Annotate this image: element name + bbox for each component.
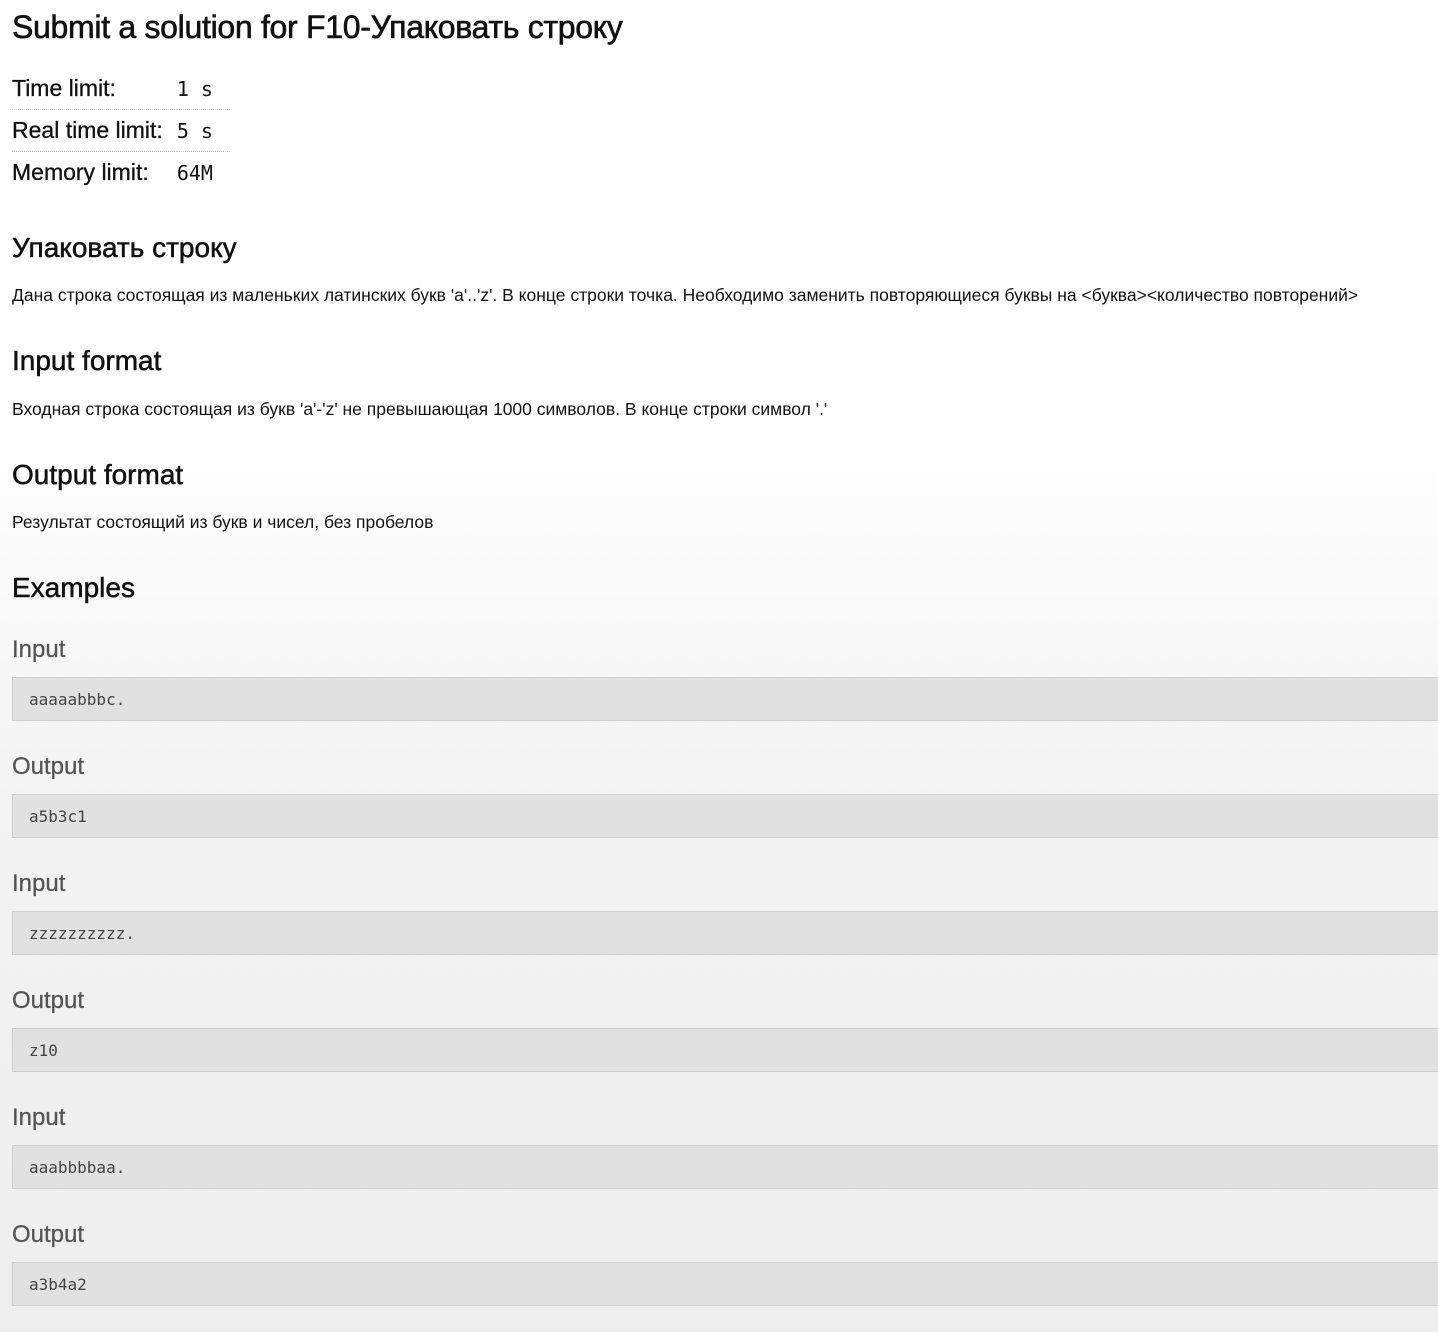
example-1-output-label: Output [12, 753, 85, 780]
example-1-output-box[interactable]: a5b3c1 [12, 794, 1438, 838]
example-2-input-box[interactable]: zzzzzzzzzz. [12, 911, 1438, 955]
limits-table: Time limit: 1 s Real time limit: 5 s Mem… [12, 68, 230, 193]
example-3-input-label: Input [12, 1104, 66, 1131]
input-format-heading: Input format [12, 345, 162, 377]
example-1-input-label: Input [12, 636, 66, 663]
input-format-text: Входная строка состоящая из букв 'a'-'z'… [12, 399, 828, 419]
real-time-limit-value: 5 s [176, 109, 230, 152]
limit-row-real-time: Real time limit: 5 s [12, 109, 230, 152]
output-format-heading: Output format [12, 459, 184, 491]
example-2-output-label: Output [12, 987, 85, 1014]
memory-limit-value: 64M [176, 151, 230, 193]
example-3-input-box[interactable]: aaabbbbaa. [12, 1145, 1438, 1189]
example-2-output-box[interactable]: z10 [12, 1028, 1438, 1072]
problem-title: Упаковать строку [12, 232, 237, 264]
example-1-input-box[interactable]: aaaaabbbc. [12, 677, 1438, 721]
time-limit-value: 1 s [176, 76, 213, 101]
limit-row-memory: Memory limit: 64M [12, 151, 230, 193]
page-title: Submit a solution for F10-Упаковать стро… [12, 9, 623, 46]
example-3-output-box[interactable]: a3b4a2 [12, 1262, 1438, 1306]
problem-statement: Дана строка состоящая из маленьких латин… [12, 285, 1359, 305]
example-2-input-label: Input [12, 870, 66, 897]
example-3-output-label: Output [12, 1221, 85, 1248]
time-limit-label: Time limit: [12, 75, 116, 101]
limit-row-time: Time limit: 1 s [12, 68, 230, 110]
examples-heading: Examples [12, 572, 135, 604]
memory-limit-label: Memory limit: [12, 151, 177, 193]
output-format-text: Результат состоящий из букв и чисел, без… [12, 512, 434, 532]
real-time-limit-label: Real time limit: [12, 109, 177, 152]
